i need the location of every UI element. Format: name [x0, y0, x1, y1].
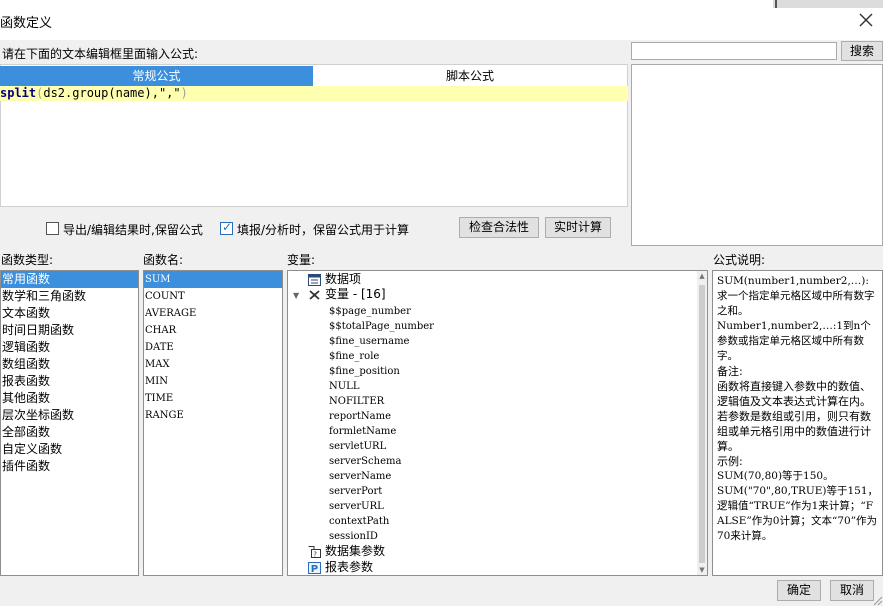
function-type-item[interactable]: 其他函数 [1, 390, 138, 407]
tree-variable-item[interactable]: $fine_username [329, 334, 409, 349]
code-close-paren: ) [180, 86, 188, 100]
code-arg1: ds2.group(name), [43, 86, 159, 100]
realtime-calc-button[interactable]: 实时计算 [545, 217, 611, 238]
tree-item-report-params[interactable]: P 报表参数 [308, 560, 373, 575]
tree-variable-item[interactable]: serverURL [329, 499, 384, 514]
search-button[interactable]: 搜索 [841, 41, 883, 61]
function-type-item[interactable]: 时间日期函数 [1, 322, 138, 339]
tree-item-label: 报表参数 [325, 560, 374, 574]
search-input[interactable] [631, 42, 837, 60]
keep-formula-fill-checkbox[interactable]: ✓ [220, 220, 233, 235]
function-name-item[interactable]: RANGE [144, 407, 282, 424]
tree-variable-item[interactable]: reportName [329, 409, 391, 424]
function-type-item[interactable]: 常用函数 [1, 271, 138, 288]
table-icon [308, 273, 321, 286]
report-param-icon: P [308, 561, 321, 574]
tree-variable-item[interactable]: $$page_number [329, 304, 411, 319]
scroll-thumb[interactable] [699, 285, 705, 563]
tab-regular-formula[interactable]: 常规公式 [0, 66, 313, 86]
description-line: Number1,number2,…:1到n个参数或指定单元格区域中所有数字。 [717, 320, 871, 362]
tree-item-variables[interactable]: 变量 - [16] [308, 287, 386, 302]
function-name-item[interactable]: DATE [144, 339, 282, 356]
function-type-item[interactable]: 自定义函数 [1, 441, 138, 458]
chevron-down-icon[interactable]: ▼ [293, 288, 299, 303]
tree-variable-item[interactable]: NOFILTER [329, 394, 384, 409]
function-type-item[interactable]: 全部函数 [1, 424, 138, 441]
variables-label: 变量: [287, 253, 316, 267]
tree-item-data-item[interactable]: 数据项 [308, 272, 361, 287]
validate-button[interactable]: 检查合法性 [459, 217, 539, 238]
dataset-param-icon: ? [308, 545, 321, 558]
tree-variable-item[interactable]: $$totalPage_number [329, 319, 434, 334]
tree-variable-item[interactable]: sessionID [329, 529, 378, 544]
variables-scrollbar[interactable]: ▲ ▼ [697, 271, 707, 575]
resize-grip-icon[interactable] [871, 594, 883, 606]
tree-variable-item[interactable]: serverSchema [329, 454, 401, 469]
code-function: split [0, 86, 37, 100]
svg-text:P: P [311, 564, 318, 574]
tab-script-formula[interactable]: 脚本公式 [313, 66, 627, 86]
description-line: 示例: [717, 455, 743, 468]
function-name-item[interactable]: AVERAGE [144, 305, 282, 322]
scroll-up-icon[interactable]: ▲ [697, 271, 707, 281]
tree-item-dataset-params[interactable]: ? 数据集参数 [308, 544, 385, 559]
keep-formula-fill-label: 填报/分析时，保留公式用于计算 [237, 223, 410, 237]
keep-formula-export-label: 导出/编辑结果时,保留公式 [63, 223, 203, 237]
function-names-label: 函数名: [143, 253, 184, 267]
function-name-item[interactable]: COUNT [144, 288, 282, 305]
tree-variable-item[interactable]: serverPort [329, 484, 382, 499]
code-arg2: "," [158, 86, 181, 100]
function-type-item[interactable]: 文本函数 [1, 305, 138, 322]
scroll-down-icon[interactable]: ▼ [697, 565, 707, 575]
function-name-item[interactable]: CHAR [144, 322, 282, 339]
window-title: 函数定义 [0, 16, 53, 31]
cancel-button[interactable]: 取消 [830, 580, 874, 601]
tree-variable-item[interactable]: serverName [329, 469, 391, 484]
close-icon[interactable] [856, 10, 876, 30]
tree-item-label: 数据项 [325, 272, 362, 286]
variable-icon [309, 289, 320, 300]
tree-variable-item[interactable]: servletURL [329, 439, 386, 454]
function-type-item[interactable]: 层次坐标函数 [1, 407, 138, 424]
tree-variable-item[interactable]: contextPath [329, 514, 389, 529]
variables-tree[interactable]: 数据项 ▼ 变量 - [16] $$page_number $$totalPag… [287, 270, 708, 576]
function-type-item[interactable]: 数组函数 [1, 356, 138, 373]
function-name-item[interactable]: SUM [144, 271, 282, 288]
tree-item-label: 数据集参数 [325, 544, 386, 558]
keep-formula-export-checkbox[interactable] [46, 222, 59, 235]
search-results-panel[interactable] [631, 64, 883, 246]
formula-code-line[interactable]: split(ds2.group(name),",") [0, 86, 628, 101]
function-type-item[interactable]: 逻辑函数 [1, 339, 138, 356]
check-icon: ✓ [222, 220, 233, 234]
svg-text:?: ? [313, 550, 317, 558]
function-name-item[interactable]: TIME [144, 390, 282, 407]
description-label: 公式说明: [713, 253, 766, 267]
title-bar [0, 0, 883, 40]
top-strip [773, 0, 883, 8]
function-names-list[interactable]: SUM COUNT AVERAGE CHAR DATE MAX MIN TIME… [143, 270, 283, 576]
tree-variable-item[interactable]: formletName [329, 424, 396, 439]
function-types-list[interactable]: 常用函数 数学和三角函数 文本函数 时间日期函数 逻辑函数 数组函数 报表函数 … [0, 270, 139, 576]
ok-button[interactable]: 确定 [777, 580, 821, 601]
top-strip-mark [775, 0, 777, 8]
description-line: SUM(70,80)等于150。 [717, 470, 834, 482]
description-line: SUM("70",80,TRUE)等于151，逻辑值“TRUE”作为1来计算；“… [717, 485, 879, 542]
function-type-item[interactable]: 数学和三角函数 [1, 288, 138, 305]
tree-variable-item[interactable]: $fine_position [329, 364, 400, 379]
tree-item-label: 变量 - [16] [325, 287, 386, 301]
function-type-item[interactable]: 插件函数 [1, 458, 138, 475]
tree-variable-item[interactable]: NULL [329, 379, 359, 394]
function-type-item[interactable]: 报表函数 [1, 373, 138, 390]
function-types-label: 函数类型: [1, 253, 54, 267]
description-line: 函数将直接键入参数中的数值、逻辑值及文本表达式计算在内。若参数是数组或引用，则只… [717, 380, 871, 453]
description-line: 备注: [717, 365, 743, 378]
description-line: SUM(number1,number2,…):求一个指定单元格区域中所有数字之和… [717, 275, 875, 317]
function-name-item[interactable]: MAX [144, 356, 282, 373]
formula-description-panel: SUM(number1,number2,…):求一个指定单元格区域中所有数字之和… [712, 270, 883, 576]
function-name-item[interactable]: MIN [144, 373, 282, 390]
editor-instruction: 请在下面的文本编辑框里面输入公式: [2, 47, 199, 61]
tree-variable-item[interactable]: $fine_role [329, 349, 379, 364]
